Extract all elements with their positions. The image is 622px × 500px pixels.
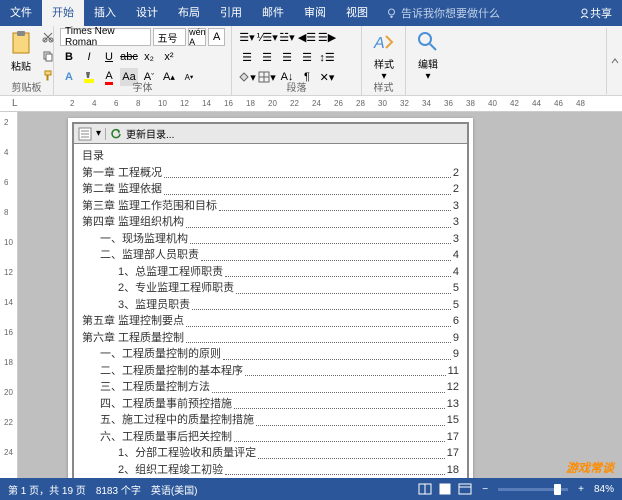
page-indicator[interactable]: 第 1 页，共 19 页 (8, 482, 86, 497)
toc-entry[interactable]: 一、工程质量控制的原则9 (82, 346, 459, 363)
tab-layout[interactable]: 布局 (168, 0, 210, 26)
refresh-icon[interactable] (110, 128, 122, 140)
italic-button[interactable]: I (80, 48, 98, 66)
multilevel-button[interactable]: ☱▾ (278, 28, 296, 46)
tab-view[interactable]: 视图 (336, 0, 378, 26)
collapse-ribbon-button[interactable] (606, 28, 622, 94)
web-layout-icon[interactable] (458, 483, 472, 495)
strikethrough-button[interactable]: abc (120, 48, 138, 66)
toc-entry[interactable]: 五、施工过程中的质量控制措施15 (82, 412, 459, 429)
char-border-button[interactable]: A (208, 28, 225, 46)
toc-entry[interactable]: 六、工程质量事后把关控制17 (82, 429, 459, 446)
share-icon (579, 8, 590, 19)
toc-entry[interactable]: 第一章 工程概况2 (82, 165, 459, 182)
update-toc-button[interactable]: 更新目录... (126, 126, 174, 141)
increase-indent-button[interactable]: ☰▶ (318, 28, 336, 46)
scissors-icon (42, 31, 54, 43)
toc-entry[interactable]: 二、工程质量控制的基本程序11 (82, 363, 459, 380)
zoom-out-button[interactable]: − (482, 484, 488, 495)
font-name-select[interactable]: Times New Roman (60, 28, 151, 46)
underline-button[interactable]: U (100, 48, 118, 66)
toc-entry[interactable]: 第二章 监理依据2 (82, 181, 459, 198)
toc-entry[interactable]: 第五章 监理控制要点6 (82, 313, 459, 330)
bold-button[interactable]: B (60, 48, 78, 66)
document-area: 24681012141618202224 ▾ 更新目录... 目录 第一章 工程… (0, 112, 622, 478)
tab-file[interactable]: 文件 (0, 0, 42, 26)
superscript-button[interactable]: x² (160, 48, 178, 66)
toc-entry[interactable]: 三、工程质量控制方法12 (82, 379, 459, 396)
title-bar: 文件 开始 插入 设计 布局 引用 邮件 审阅 视图 告诉我你想要做什么 共享 (0, 0, 622, 26)
tab-home[interactable]: 开始 (42, 0, 84, 26)
chevron-up-icon (610, 56, 620, 66)
grow-font-button[interactable]: wénA (188, 28, 206, 46)
line-spacing-button[interactable]: ↕☰ (318, 48, 336, 66)
tab-references[interactable]: 引用 (210, 0, 252, 26)
font-size-select[interactable]: 五号 (153, 28, 187, 46)
decrease-indent-button[interactable]: ◀☰ (298, 28, 316, 46)
tab-mail[interactable]: 邮件 (252, 0, 294, 26)
align-right-button[interactable]: ☰ (278, 48, 296, 66)
toc-title: 目录 (82, 148, 459, 165)
toc-menu-icon[interactable] (78, 127, 92, 141)
status-bar: 第 1 页，共 19 页 8183 个字 英语(美国) − + 84% (0, 478, 622, 500)
toc-entry[interactable]: 1、总监理工程师职责4 (82, 264, 459, 281)
zoom-slider[interactable] (498, 488, 568, 491)
group-paragraph-label: 段落 (232, 79, 361, 94)
zoom-level[interactable]: 84% (594, 484, 614, 495)
styles-icon: A (372, 30, 396, 54)
read-mode-icon[interactable] (418, 483, 432, 495)
toc-entry[interactable]: 2、专业监理工程师职责5 (82, 280, 459, 297)
tab-insert[interactable]: 插入 (84, 0, 126, 26)
toc-entry[interactable]: 第四章 监理组织机构3 (82, 214, 459, 231)
toc-entry[interactable]: 1、分部工程验收和质量评定17 (82, 445, 459, 462)
language-indicator[interactable]: 英语(美国) (151, 482, 198, 497)
copy-icon (42, 50, 54, 62)
zoom-in-button[interactable]: + (578, 484, 584, 495)
toc-entry[interactable]: 一、现场监理机构3 (82, 231, 459, 248)
group-font-label: 字体 (54, 79, 231, 94)
clipboard-icon (10, 30, 32, 56)
group-clipboard-label: 剪贴板 (0, 79, 53, 94)
toc-entry[interactable]: 2、组织工程竣工初验18 (82, 462, 459, 479)
share-button[interactable]: 共享 (569, 5, 622, 21)
toc-entry[interactable]: 二、监理部人员职责4 (82, 247, 459, 264)
justify-button[interactable]: ☰ (298, 48, 316, 66)
tab-design[interactable]: 设计 (126, 0, 168, 26)
numbering-button[interactable]: ⅟☰▾ (258, 28, 276, 46)
horizontal-ruler[interactable]: L 24681012141618202224262830323436384042… (0, 96, 622, 112)
print-layout-icon[interactable] (438, 483, 452, 495)
page-view[interactable]: ▾ 更新目录... 目录 第一章 工程概况2第二章 监理依据2第三章 监理工作范… (18, 112, 622, 478)
view-buttons (418, 483, 472, 495)
toc-entry[interactable]: 四、工程质量事前预控措施13 (82, 396, 459, 413)
toc-header: ▾ 更新目录... (74, 124, 467, 144)
word-count[interactable]: 8183 个字 (96, 482, 141, 497)
toc-entry[interactable]: 3、监理员职责5 (82, 297, 459, 314)
align-left-button[interactable]: ☰ (238, 48, 256, 66)
toc-container: ▾ 更新目录... 目录 第一章 工程概况2第二章 监理依据2第三章 监理工作范… (72, 122, 469, 478)
toc-body: 目录 第一章 工程概况2第二章 监理依据2第三章 监理工作范围和目标3第四章 监… (74, 144, 467, 478)
page: ▾ 更新目录... 目录 第一章 工程概况2第二章 监理依据2第三章 监理工作范… (68, 118, 473, 478)
svg-text:A: A (373, 35, 385, 52)
bullets-button[interactable]: ☰▾ (238, 28, 256, 46)
group-styles-label: 样式 (362, 79, 405, 94)
align-center-button[interactable]: ☰ (258, 48, 276, 66)
tab-review[interactable]: 审阅 (294, 0, 336, 26)
find-icon (416, 30, 440, 54)
vertical-ruler[interactable]: 24681012141618202224 (0, 112, 18, 478)
watermark: 游戏常谈 (566, 459, 614, 476)
ribbon: 粘贴 剪贴板 Times New Roman 五号 wénA A B I U a… (0, 26, 622, 96)
subscript-button[interactable]: x₂ (140, 48, 158, 66)
lightbulb-icon (386, 8, 397, 19)
tell-me-search[interactable]: 告诉我你想要做什么 (378, 5, 569, 21)
tell-me-text: 告诉我你想要做什么 (401, 5, 500, 21)
editing-button[interactable]: 编辑▾ (412, 28, 444, 93)
toc-entry[interactable]: 第三章 监理工作范围和目标3 (82, 198, 459, 215)
toc-entry[interactable]: 第六章 工程质量控制9 (82, 330, 459, 347)
